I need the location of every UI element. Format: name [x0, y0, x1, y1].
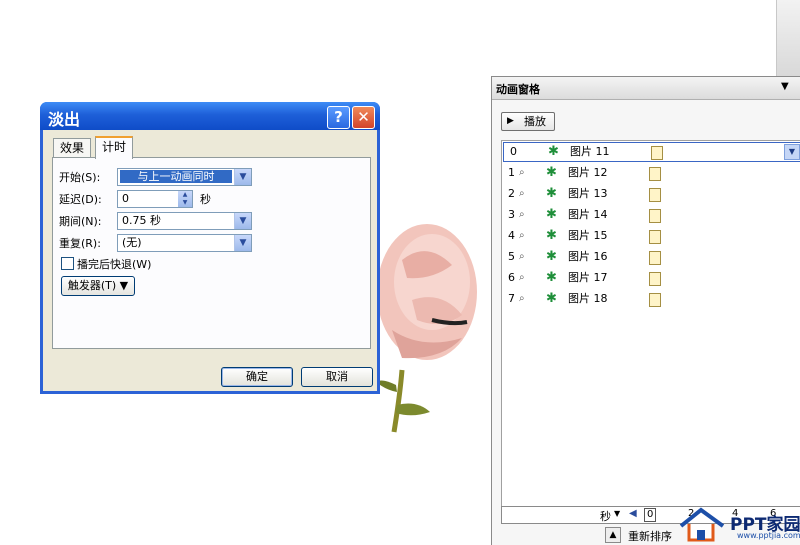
rewind-checkbox[interactable] [61, 257, 74, 270]
mouse-click-icon: ⌕ [519, 272, 525, 283]
item-name: 图片 18 [568, 292, 608, 305]
duration-value: 0.75 秒 [122, 214, 161, 227]
ok-button[interactable]: 确定 [221, 367, 293, 387]
list-item[interactable]: 5 ⌕ ✱ 图片 16 [502, 247, 800, 267]
delay-label: 延迟(D): [59, 193, 102, 206]
dialog-body: 效果 计时 开始(S): 与上一动画同时 ▼ 延迟(D): 0 ▲ ▼ 秒 期间(… [43, 130, 377, 391]
item-number: 4 [508, 229, 515, 242]
duration-select[interactable]: 0.75 秒 ▼ [117, 212, 252, 230]
timing-bar[interactable] [649, 188, 661, 202]
effect-star-icon: ✱ [548, 144, 559, 159]
item-name: 图片 17 [568, 271, 608, 284]
rose-image [376, 224, 477, 433]
duration-label: 期间(N): [59, 215, 102, 228]
spinner-icon[interactable]: ▲ ▼ [178, 191, 192, 207]
item-number: 5 [508, 250, 515, 263]
timeline-unit: 秒 [600, 510, 611, 523]
animation-pane: 动画窗格 ▼ ▶ 播放 0 ✱ 图片 11 ▼ 1 ⌕ ✱ 图片 12 2 ⌕ … [491, 76, 800, 545]
pane-header: 动画窗格 ▼ [492, 77, 800, 100]
effect-star-icon: ✱ [546, 186, 557, 201]
item-name: 图片 14 [568, 208, 608, 221]
cancel-button[interactable]: 取消 [301, 367, 373, 387]
tab-effect[interactable]: 效果 [53, 138, 92, 157]
item-number: 0 [510, 145, 517, 158]
mouse-click-icon: ⌕ [519, 167, 525, 178]
list-item[interactable]: 0 ✱ 图片 11 ▼ [503, 142, 800, 162]
arrow-up-icon[interactable]: ▲ [605, 527, 621, 543]
play-label: 播放 [524, 115, 546, 128]
rewind-label: 播完后快退(W) [77, 258, 152, 271]
effect-star-icon: ✱ [546, 291, 557, 306]
window-edge-strip [776, 0, 800, 78]
mouse-click-icon: ⌕ [519, 293, 525, 304]
mouse-click-icon: ⌕ [519, 209, 525, 220]
timeline-tick: 0 [644, 508, 657, 522]
effect-star-icon: ✱ [546, 165, 557, 180]
repeat-value: (无) [122, 236, 142, 249]
start-value: 与上一动画同时 [120, 170, 232, 183]
list-item[interactable]: 2 ⌕ ✱ 图片 13 [502, 184, 800, 204]
timing-bar[interactable] [649, 209, 661, 223]
delay-unit: 秒 [200, 193, 211, 206]
item-number: 7 [508, 292, 515, 305]
list-item[interactable]: 7 ⌕ ✱ 图片 18 [502, 289, 800, 309]
fade-effect-dialog: 淡出 ? ✕ 效果 计时 开始(S): 与上一动画同时 ▼ 延迟(D): 0 ▲… [40, 102, 380, 394]
item-name: 图片 12 [568, 166, 608, 179]
start-select[interactable]: 与上一动画同时 ▼ [117, 168, 252, 186]
timing-bar[interactable] [649, 293, 661, 307]
list-item[interactable]: 6 ⌕ ✱ 图片 17 [502, 268, 800, 288]
list-item[interactable]: 3 ⌕ ✱ 图片 14 [502, 205, 800, 225]
list-item[interactable]: 1 ⌕ ✱ 图片 12 [502, 163, 800, 183]
item-number: 1 [508, 166, 515, 179]
item-name: 图片 15 [568, 229, 608, 242]
dialog-titlebar[interactable]: 淡出 ? ✕ [40, 102, 380, 130]
timing-panel: 开始(S): 与上一动画同时 ▼ 延迟(D): 0 ▲ ▼ 秒 期间(N): 0.… [52, 157, 371, 349]
trigger-button[interactable]: 触发器(T) ▼ [61, 276, 135, 296]
watermark-url: www.pptjia.com [737, 531, 800, 540]
timing-bar[interactable] [649, 251, 661, 265]
chevron-down-icon[interactable]: ▼ [234, 235, 251, 251]
item-number: 3 [508, 208, 515, 221]
house-logo-icon [679, 507, 725, 542]
play-button[interactable]: ▶ 播放 [501, 112, 555, 131]
chevron-down-icon[interactable]: ▼ [614, 509, 620, 518]
item-name: 图片 11 [570, 145, 610, 158]
animation-list: 0 ✱ 图片 11 ▼ 1 ⌕ ✱ 图片 12 2 ⌕ ✱ 图片 13 3 ⌕ … [501, 140, 800, 510]
delay-value: 0 [122, 192, 129, 205]
chevron-down-icon[interactable]: ▼ [234, 169, 251, 185]
repeat-label: 重复(R): [59, 237, 101, 250]
dialog-title: 淡出 [48, 110, 81, 129]
reorder-label: 重新排序 [628, 530, 672, 543]
timing-bar[interactable] [651, 146, 663, 160]
mouse-click-icon: ⌕ [519, 188, 525, 199]
close-button[interactable]: ✕ [352, 106, 375, 129]
delay-input[interactable]: 0 ▲ ▼ [117, 190, 193, 208]
pane-title: 动画窗格 [496, 83, 540, 96]
help-button[interactable]: ? [327, 106, 350, 129]
effect-star-icon: ✱ [546, 228, 557, 243]
effect-star-icon: ✱ [546, 270, 557, 285]
tab-timing[interactable]: 计时 [95, 136, 134, 159]
repeat-select[interactable]: (无) ▼ [117, 234, 252, 252]
item-name: 图片 16 [568, 250, 608, 263]
timing-bar[interactable] [649, 272, 661, 286]
effect-star-icon: ✱ [546, 249, 557, 264]
item-number: 2 [508, 187, 515, 200]
list-item[interactable]: 4 ⌕ ✱ 图片 15 [502, 226, 800, 246]
item-number: 6 [508, 271, 515, 284]
chevron-down-icon[interactable]: ▼ [784, 144, 800, 160]
mouse-click-icon: ⌕ [519, 251, 525, 262]
chevron-left-icon[interactable]: ◀ [629, 508, 637, 519]
chevron-down-icon[interactable]: ▼ [234, 213, 251, 229]
timing-bar[interactable] [649, 230, 661, 244]
timing-bar[interactable] [649, 167, 661, 181]
watermark-logo: PPT家园 www.pptjia.com [675, 504, 800, 544]
item-name: 图片 13 [568, 187, 608, 200]
mouse-click-icon: ⌕ [519, 230, 525, 241]
play-icon: ▶ [507, 116, 514, 126]
start-label: 开始(S): [59, 171, 101, 184]
effect-star-icon: ✱ [546, 207, 557, 222]
pane-menu-icon[interactable]: ▼ [781, 81, 789, 92]
